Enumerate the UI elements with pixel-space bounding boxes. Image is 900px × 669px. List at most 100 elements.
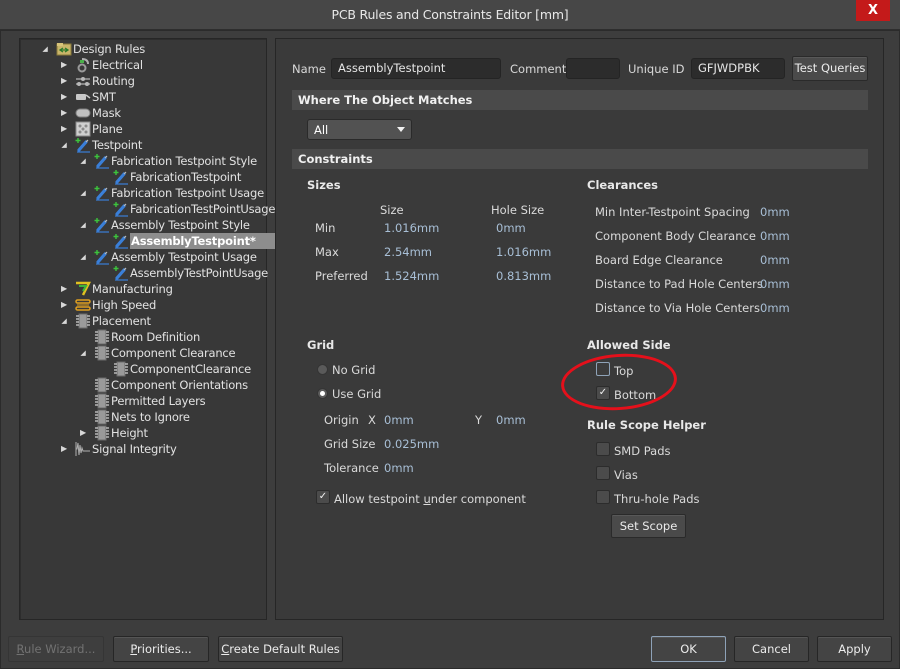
clearance-value[interactable]: 0mm: [760, 205, 790, 219]
placement-icon: [94, 329, 110, 345]
smd-pads-checkbox[interactable]: [596, 442, 610, 456]
expand-arrow-icon[interactable]: ▶: [59, 73, 69, 89]
collapse-arrow-icon[interactable]: ◢: [78, 153, 88, 169]
placement-icon: [94, 377, 110, 393]
name-input[interactable]: AssemblyTestpoint: [331, 58, 501, 79]
tree-item-room-definition[interactable]: Room Definition: [20, 329, 266, 345]
collapse-arrow-icon[interactable]: ◢: [78, 345, 88, 361]
tree-item-height[interactable]: ▶ Height: [20, 425, 266, 441]
tree-item-fabrication-testpoint-style[interactable]: ◢ Fabrication Testpoint Style: [20, 153, 266, 169]
tree-item-label: Testpoint: [92, 138, 143, 152]
grid-size-value[interactable]: 0.025mm: [384, 437, 439, 451]
tree-item-mask[interactable]: ▶ Mask: [20, 105, 266, 121]
min-size-value[interactable]: 1.016mm: [384, 221, 439, 235]
tree-item-plane[interactable]: ▶ Plane: [20, 121, 266, 137]
tree-item-assemblytestpointusage[interactable]: AssemblyTestPointUsage: [20, 265, 268, 281]
comment-input[interactable]: [566, 58, 620, 79]
collapse-arrow-icon[interactable]: ◢: [59, 137, 69, 153]
use-grid-radio[interactable]: [317, 388, 328, 399]
tree-item-design-rules[interactable]: ◢ Design Rules: [20, 41, 266, 57]
preferred-hole-size-value[interactable]: 0.813mm: [496, 269, 551, 283]
object-match-dropdown[interactable]: All: [307, 119, 412, 140]
use-grid-label[interactable]: Use Grid: [332, 387, 381, 401]
tree-item-label: Design Rules: [73, 42, 145, 56]
no-grid-label[interactable]: No Grid: [332, 363, 375, 377]
clearance-value[interactable]: 0mm: [760, 229, 790, 243]
expand-arrow-icon[interactable]: ▶: [59, 89, 69, 105]
min-hole-size-value[interactable]: 0mm: [496, 221, 526, 235]
set-scope-button[interactable]: Set Scope: [611, 514, 686, 538]
collapse-arrow-icon[interactable]: ◢: [78, 249, 88, 265]
allow-under-component-label[interactable]: Allow testpoint under component: [334, 492, 526, 506]
no-grid-radio[interactable]: [317, 364, 328, 375]
routing-icon: [75, 73, 91, 89]
tree-item-fabrication-testpoint-usage[interactable]: ◢ Fabrication Testpoint Usage: [20, 185, 266, 201]
collapse-arrow-icon[interactable]: ◢: [78, 217, 88, 233]
tree-item-assembly-testpoint-usage[interactable]: ◢ Assembly Testpoint Usage: [20, 249, 266, 265]
ok-button[interactable]: OK: [651, 636, 726, 662]
collapse-arrow-icon[interactable]: ◢: [59, 313, 69, 329]
testpoint-icon: [94, 185, 110, 201]
vias-checkbox[interactable]: [596, 466, 610, 480]
tree-item-componentclearance[interactable]: ComponentClearance: [20, 361, 266, 377]
origin-x-value[interactable]: 0mm: [384, 413, 414, 427]
tree-item-label: FabricationTestpoint: [130, 170, 242, 184]
clearance-value[interactable]: 0mm: [760, 301, 790, 315]
tree-item-electrical[interactable]: ▶ Electrical: [20, 57, 266, 73]
vias-label[interactable]: Vias: [614, 468, 638, 482]
constraints-header: Constraints: [292, 149, 868, 169]
preferred-size-value[interactable]: 1.524mm: [384, 269, 439, 283]
tree-item-label: Component Orientations: [111, 378, 248, 392]
top-side-label[interactable]: Top: [614, 364, 633, 378]
rules-tree-panel[interactable]: ◢ Design Rules ▶ Electrical ▶ Routing ▶ SMT ▶ Mas…: [19, 38, 306, 620]
priorities-button[interactable]: Priorities...: [113, 636, 209, 662]
clearance-value[interactable]: 0mm: [760, 277, 790, 291]
expand-arrow-icon[interactable]: ▶: [59, 121, 69, 137]
test-queries-button[interactable]: Test Queries: [792, 56, 868, 81]
expand-arrow-icon[interactable]: ▶: [59, 441, 69, 457]
tree-item-label: Plane: [92, 122, 123, 136]
apply-button[interactable]: Apply: [817, 636, 892, 662]
smd-pads-label[interactable]: SMD Pads: [614, 444, 671, 458]
tree-item-assemblytestpoint[interactable]: AssemblyTestpoint*: [20, 233, 306, 249]
bottom-side-checkbox[interactable]: ✓: [596, 386, 610, 400]
thru-hole-pads-checkbox[interactable]: [596, 490, 610, 504]
size-column-header: Size: [380, 203, 404, 217]
thru-hole-pads-label[interactable]: Thru-hole Pads: [614, 492, 700, 506]
bottom-side-label[interactable]: Bottom: [614, 388, 656, 402]
expand-arrow-icon[interactable]: ▶: [59, 57, 69, 73]
tree-item-routing[interactable]: ▶ Routing: [20, 73, 266, 89]
tree-item-assembly-testpoint-style[interactable]: ◢ Assembly Testpoint Style: [20, 217, 266, 233]
tree-item-signal-integrity[interactable]: ▶ Signal Integrity: [20, 441, 266, 457]
collapse-arrow-icon[interactable]: ◢: [78, 185, 88, 201]
clearance-value[interactable]: 0mm: [760, 253, 790, 267]
allow-under-component-checkbox[interactable]: ✓: [316, 490, 330, 504]
origin-y-value[interactable]: 0mm: [496, 413, 526, 427]
max-size-value[interactable]: 2.54mm: [384, 245, 432, 259]
chevron-down-icon: [397, 127, 405, 132]
expand-arrow-icon[interactable]: ▶: [78, 425, 88, 441]
tree-item-testpoint[interactable]: ◢ Testpoint: [20, 137, 266, 153]
unique-id-input[interactable]: GFJWDPBK: [691, 58, 785, 79]
expand-arrow-icon[interactable]: ▶: [59, 297, 69, 313]
tree-item-fabricationtestpointusage[interactable]: FabricationTestPointUsage: [20, 201, 275, 217]
tree-item-component-clearance[interactable]: ◢ Component Clearance: [20, 345, 266, 361]
max-hole-size-value[interactable]: 1.016mm: [496, 245, 551, 259]
tree-item-high-speed[interactable]: ▶ High Speed: [20, 297, 266, 313]
tree-item-permitted-layers[interactable]: Permitted Layers: [20, 393, 266, 409]
tree-item-smt[interactable]: ▶ SMT: [20, 89, 266, 105]
top-side-checkbox[interactable]: [596, 362, 610, 376]
close-button[interactable]: X: [856, 0, 890, 21]
tree-item-fabricationtestpoint[interactable]: FabricationTestpoint: [20, 169, 266, 185]
cancel-button[interactable]: Cancel: [734, 636, 809, 662]
tree-item-component-orientations[interactable]: Component Orientations: [20, 377, 266, 393]
expand-arrow-icon[interactable]: ▶: [59, 281, 69, 297]
create-default-rules-button[interactable]: Create Default Rules: [218, 636, 343, 662]
expand-arrow-icon[interactable]: ▶: [59, 105, 69, 121]
tree-item-nets-to-ignore[interactable]: Nets to Ignore: [20, 409, 266, 425]
collapse-arrow-icon[interactable]: ◢: [40, 41, 50, 57]
tolerance-value[interactable]: 0mm: [384, 461, 414, 475]
tree-item-placement[interactable]: ◢ Placement: [20, 313, 266, 329]
rule-wizard-button[interactable]: Rule Wizard...: [8, 636, 104, 662]
tree-item-manufacturing[interactable]: ▶ Manufacturing: [20, 281, 266, 297]
